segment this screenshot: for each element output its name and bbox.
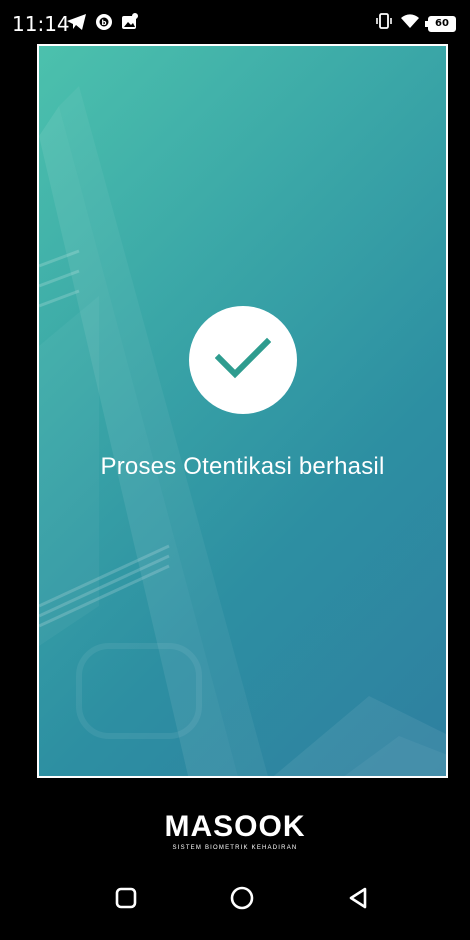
vibrate-icon: [376, 12, 392, 35]
wifi-icon: [400, 13, 420, 34]
logo-name: MASOOK: [164, 810, 306, 843]
triangle-back-icon: [349, 887, 367, 909]
system-icons: 60: [376, 12, 456, 35]
gallery-notification-icon: [120, 12, 140, 37]
telegram-icon: [66, 13, 88, 36]
recents-button[interactable]: [108, 880, 144, 916]
navigation-bar: [0, 880, 470, 940]
status-bar: 11:14 b 60: [0, 0, 470, 44]
app-logo: MASOOK SISTEM BIOMETRIK KEHADIRAN: [0, 810, 470, 852]
camera-preview: Proses Otentikasi berhasil: [37, 44, 448, 778]
success-circle: [189, 306, 297, 414]
status-time: 11:14: [12, 12, 70, 36]
square-icon: [115, 887, 137, 909]
back-button[interactable]: [340, 880, 376, 916]
authentication-success-message: Proses Otentikasi berhasil: [100, 453, 385, 480]
home-button[interactable]: [224, 880, 260, 916]
notification-icons: b: [66, 12, 140, 37]
circle-icon: [230, 886, 254, 910]
checkmark-icon: [214, 336, 272, 385]
battery-icon: 60: [425, 15, 456, 32]
logo-tagline: SISTEM BIOMETRIK KEHADIRAN: [172, 845, 298, 851]
whatsapp-business-icon: b: [94, 12, 114, 37]
svg-text:b: b: [101, 19, 106, 27]
